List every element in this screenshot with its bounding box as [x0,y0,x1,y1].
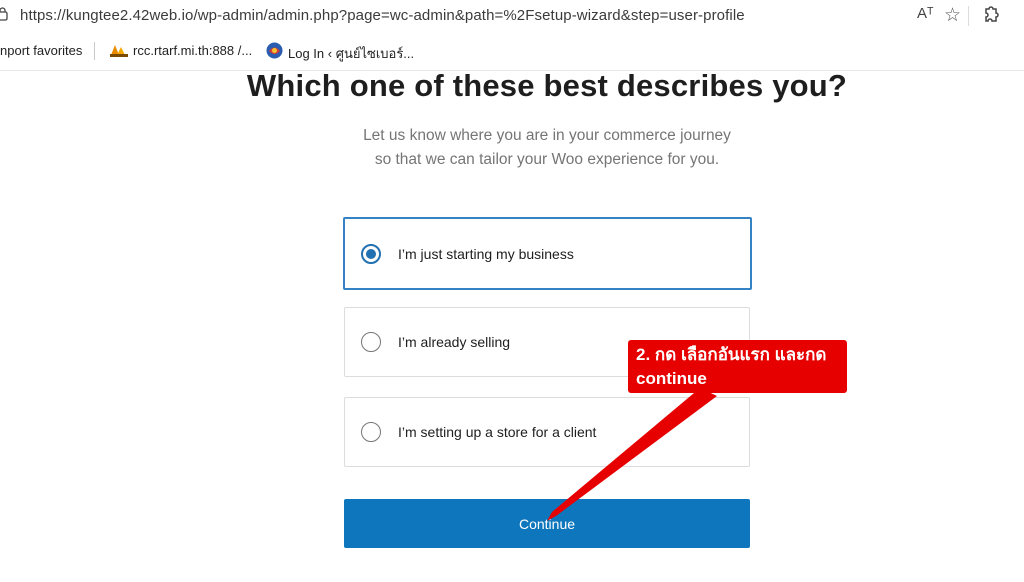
page-subtitle: Let us know where you are in your commer… [0,124,1024,172]
favorite-star-icon[interactable]: ☆ [944,4,961,27]
radio-selected-icon[interactable] [361,244,381,264]
subtitle-line-1: Let us know where you are in your commer… [363,127,731,144]
toolbar-divider [968,6,969,26]
import-favorites-link[interactable]: nport favorites [0,43,82,58]
option-starting-business[interactable]: I’m just starting my business [343,217,752,290]
annotation-callout: 2. กด เลือกอันแรก และกด continue [628,340,847,393]
browser-address-bar: https://kungtee2.42web.io/wp-admin/admin… [0,0,1024,32]
site-info-icon[interactable] [0,7,10,21]
favorites-divider [94,42,95,60]
favorite-login-link[interactable]: Log In ‹ ศูนย์ไซเบอร์... [288,43,414,64]
favorites-bar: nport favorites rcc.rtarf.mi.th:888 /...… [0,32,1024,71]
pma-favicon-icon [110,45,128,57]
site-favicon-icon [266,42,283,59]
subtitle-line-2: so that we can tailor your Woo experienc… [374,151,720,168]
radio-empty-icon[interactable] [361,422,381,442]
favorite-rcc-link[interactable]: rcc.rtarf.mi.th:888 /... [133,43,252,58]
option-store-for-client[interactable]: I’m setting up a store for a client [344,397,750,467]
option-label: I’m just starting my business [398,246,574,262]
option-label: I’m setting up a store for a client [398,424,597,440]
continue-button[interactable]: Continue [344,499,750,548]
extensions-icon[interactable] [980,5,1000,25]
radio-empty-icon[interactable] [361,332,381,352]
page-title: Which one of these best describes you? [246,68,848,103]
annotation-line-2: continue [636,369,707,388]
url-field[interactable]: https://kungtee2.42web.io/wp-admin/admin… [20,7,745,24]
read-aloud-icon[interactable]: Aᵀ [917,5,934,22]
option-label: I’m already selling [398,334,511,350]
annotation-line-1: 2. กด เลือกอันแรก และกด [636,345,827,364]
